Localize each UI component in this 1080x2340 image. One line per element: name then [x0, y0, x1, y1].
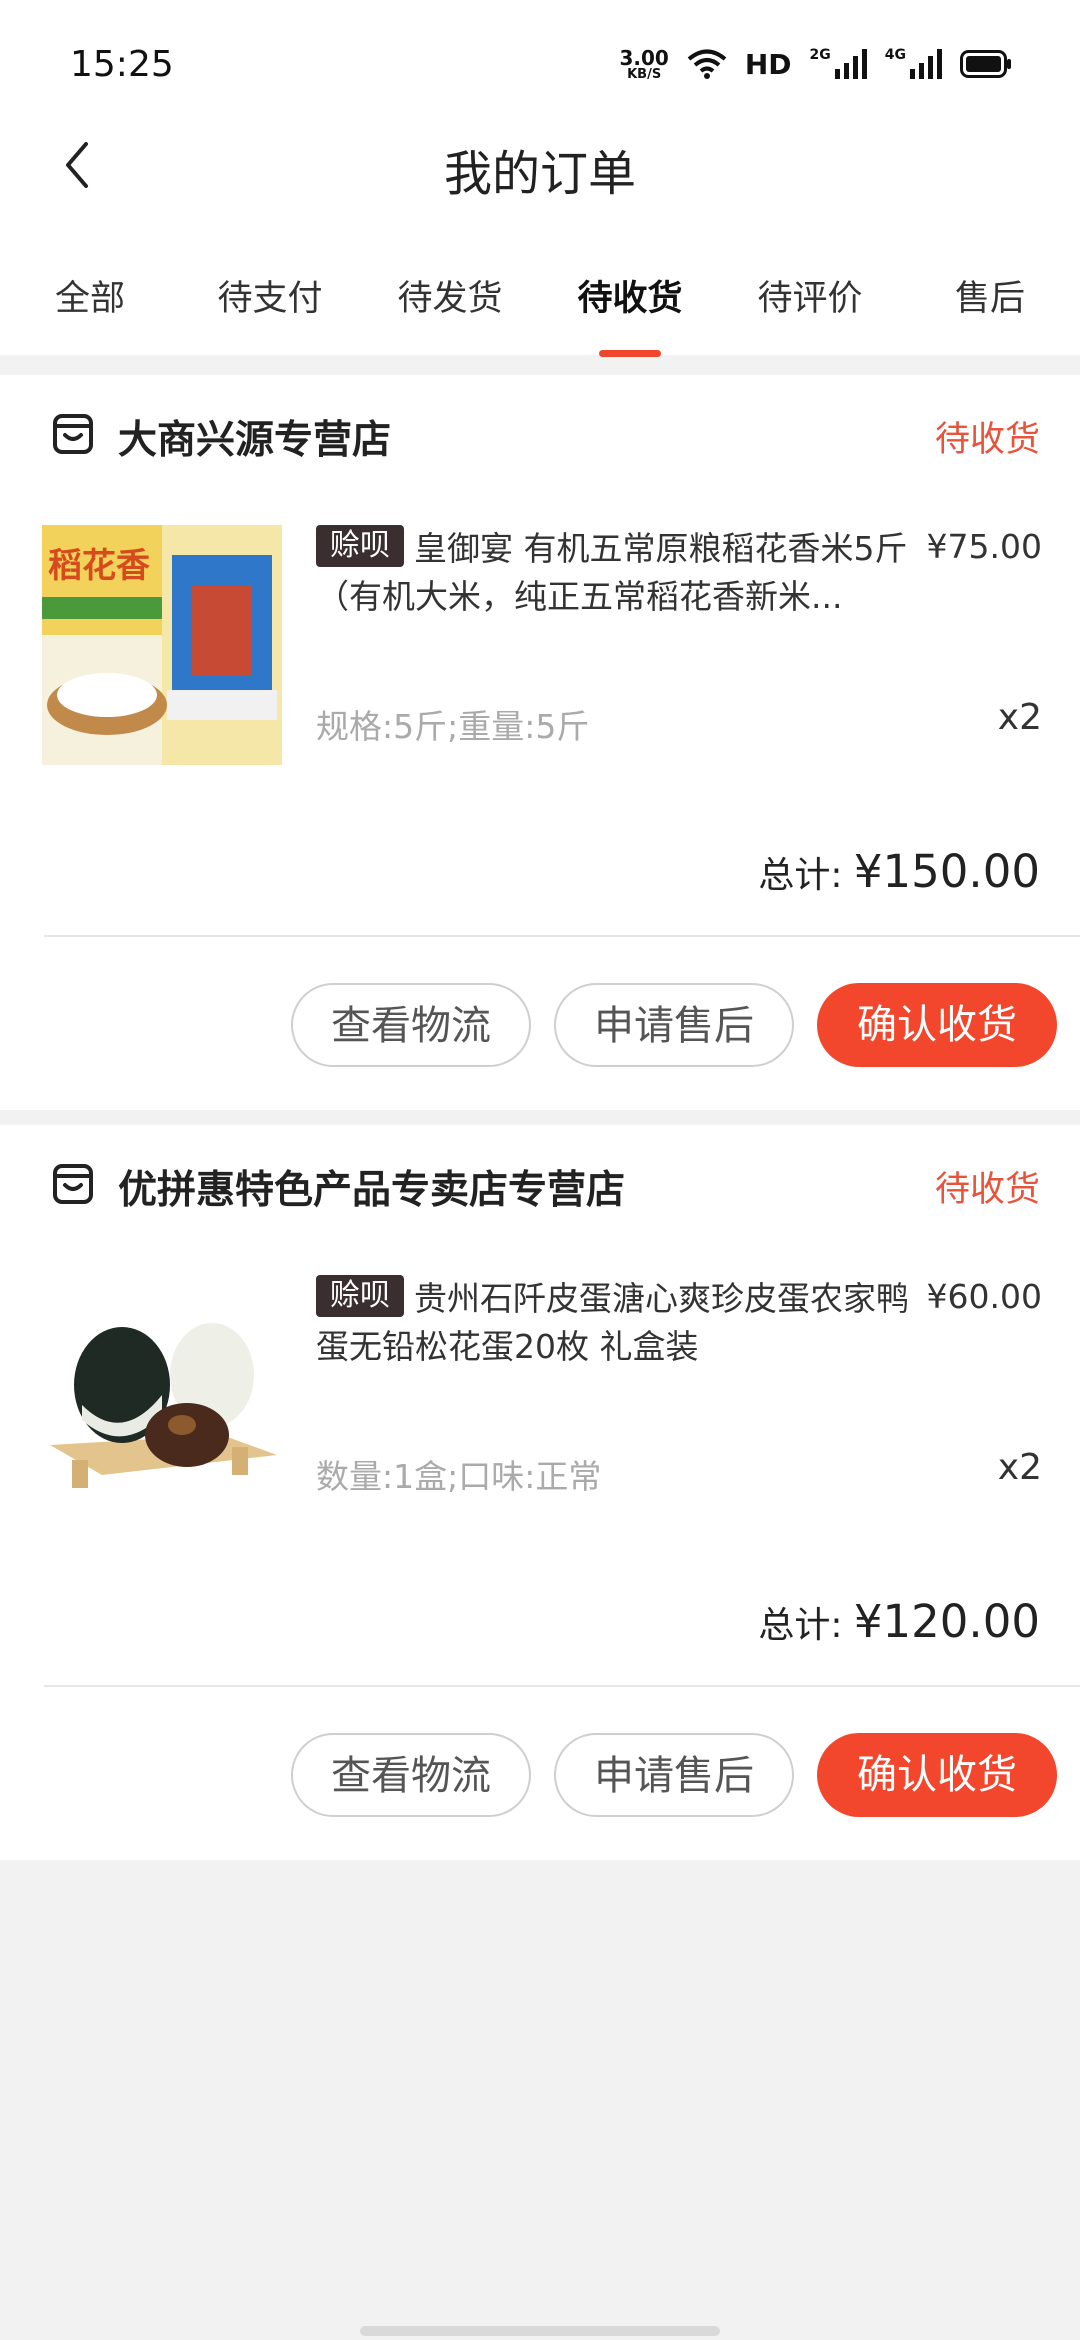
home-indicator[interactable]: [360, 2326, 720, 2336]
total-label: 总计:: [758, 855, 843, 896]
status-time: 15:25: [70, 44, 174, 85]
order-card: 优拼惠特色产品专卖店专营店 待收货 赊呗 贵州石阡皮蛋溏心爽珍皮蛋农家鸭蛋无铅松花…: [0, 1125, 1080, 1860]
confirm-receipt-button[interactable]: 确认收货: [817, 1733, 1057, 1817]
store-icon: [53, 1164, 93, 1204]
product-title-text: 贵州石阡皮蛋溏心爽珍皮蛋农家鸭蛋无铅松花蛋20枚 礼盒装: [316, 1279, 909, 1366]
apply-after-sale-button[interactable]: 申请售后: [554, 983, 794, 1067]
view-logistics-button[interactable]: 查看物流: [291, 1733, 531, 1817]
product-quantity: x2: [997, 697, 1042, 738]
top-bar: 15:25 3.00 KB/S HD 2G 4G 我的订单 全部 待支付 待发货…: [0, 0, 1080, 357]
product-title[interactable]: 赊呗 皇御宴 有机五常原粮稻花香米5斤（有机大米，纯正五常稻花香新米...: [316, 525, 926, 621]
product-image[interactable]: [42, 1275, 282, 1515]
divider: [44, 1685, 1080, 1687]
tab-pending-payment[interactable]: 待支付: [180, 270, 360, 321]
tab-pending-review[interactable]: 待评价: [720, 270, 900, 321]
product-quantity: x2: [997, 1447, 1042, 1488]
order-total: 总计: ¥150.00: [758, 845, 1040, 898]
image-text: 稻花香: [48, 546, 150, 586]
net-speed: 3.00 KB/S: [619, 48, 668, 81]
product-spec: 数量:1盒;口味:正常: [316, 1457, 602, 1496]
product-price: ¥60.00: [926, 1277, 1042, 1316]
net-speed-unit: KB/S: [627, 66, 662, 82]
net-speed-value: 3.00: [619, 45, 669, 70]
tab-pending-shipment[interactable]: 待发货: [360, 270, 540, 321]
store-name[interactable]: 大商兴源专营店: [118, 409, 391, 465]
signal-icon-2: [910, 49, 942, 79]
total-amount: ¥150.00: [853, 845, 1040, 898]
signal-icon: [834, 49, 867, 79]
tab-all[interactable]: 全部: [0, 270, 180, 321]
store-icon: [53, 414, 93, 454]
order-tabs: 全部 待支付 待发货 待收货 待评价 售后: [0, 256, 1080, 357]
product-spec: 规格:5斤;重量:5斤: [316, 707, 590, 746]
credit-badge: 赊呗: [316, 525, 404, 567]
order-status: 待收货: [934, 420, 1040, 460]
wifi-icon: [687, 49, 727, 79]
network-2g-label: 2G: [809, 47, 831, 63]
divider: [44, 935, 1080, 937]
view-logistics-button[interactable]: 查看物流: [291, 983, 531, 1067]
confirm-receipt-button[interactable]: 确认收货: [817, 983, 1057, 1067]
store-name[interactable]: 优拼惠特色产品专卖店专营店: [118, 1159, 625, 1215]
tab-after-sale[interactable]: 售后: [900, 270, 1080, 321]
battery-icon: [960, 50, 1011, 78]
network-4g-label: 4G: [884, 47, 906, 63]
apply-after-sale-button[interactable]: 申请售后: [554, 1733, 794, 1817]
hd-label: HD: [744, 47, 792, 81]
product-title-text: 皇御宴 有机五常原粮稻花香米5斤（有机大米，纯正五常稻花香新米...: [316, 529, 908, 616]
status-icons: 3.00 KB/S HD 2G 4G: [619, 44, 1012, 84]
tab-pending-receipt[interactable]: 待收货: [540, 270, 720, 321]
product-price: ¥75.00: [926, 527, 1042, 566]
page-title: 我的订单: [443, 146, 636, 202]
rice-product-image: 稻花香: [42, 525, 282, 765]
credit-badge: 赊呗: [316, 1275, 404, 1317]
total-label: 总计:: [758, 1605, 843, 1646]
product-title[interactable]: 赊呗 贵州石阡皮蛋溏心爽珍皮蛋农家鸭蛋无铅松花蛋20枚 礼盒装: [316, 1275, 926, 1371]
total-amount: ¥120.00: [853, 1595, 1040, 1648]
store-row: 优拼惠特色产品专卖店专营店 待收货: [0, 1125, 1080, 1243]
order-card: 大商兴源专营店 待收货 稻花香 赊呗 皇御宴 有机五常原粮稻花香米5斤（有机大米，…: [0, 375, 1080, 1110]
product-image[interactable]: 稻花香: [42, 525, 282, 765]
egg-product-image: [42, 1275, 282, 1515]
status-bar: 15:25 3.00 KB/S HD 2G 4G: [0, 0, 1080, 130]
order-status: 待收货: [934, 1170, 1040, 1210]
active-tab-indicator: [599, 350, 661, 357]
store-row: 大商兴源专营店 待收货: [0, 375, 1080, 493]
order-total: 总计: ¥120.00: [758, 1595, 1040, 1648]
header: 我的订单: [0, 118, 1080, 208]
